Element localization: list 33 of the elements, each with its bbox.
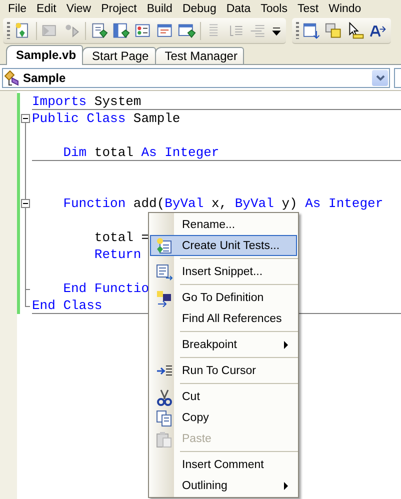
- menu-item[interactable]: View: [61, 2, 96, 14]
- menu-item[interactable]: Windo: [324, 2, 366, 14]
- code-line: Function add(ByVal x, ByVal y) As Integer: [62, 195, 384, 212]
- menu-item[interactable]: Insert Comment: [150, 454, 297, 475]
- class-dropdown[interactable]: Sample: [2, 68, 390, 88]
- menu-item[interactable]: Find All References: [150, 308, 297, 329]
- file-tab[interactable]: Test Manager: [154, 47, 244, 64]
- menu-item[interactable]: Build: [142, 2, 178, 14]
- menu-item[interactable]: Project: [96, 2, 142, 14]
- menu-item[interactable]: Outlining: [150, 475, 297, 496]
- file-tab[interactable]: Sample.vb: [6, 45, 84, 65]
- menu-item[interactable]: Test: [292, 2, 324, 14]
- menu-item[interactable]: File: [3, 2, 32, 14]
- code-line: Public Class Sample: [32, 110, 180, 127]
- menu-item[interactable]: Insert Snippet...: [150, 261, 297, 282]
- code-line: Imports System: [32, 93, 142, 110]
- menu-item[interactable]: Run To Cursor: [150, 360, 297, 381]
- menu-item[interactable]: Copy: [150, 407, 297, 428]
- menu-item[interactable]: Create Unit Tests...: [150, 235, 297, 256]
- menu-item[interactable]: Cut: [150, 386, 297, 407]
- code-line: Dim total As Integer: [62, 144, 220, 161]
- code-line: total =: [93, 229, 150, 246]
- code-line: Return: [93, 246, 142, 263]
- menu-item[interactable]: Edit: [32, 2, 62, 14]
- menu-item[interactable]: Rename...: [150, 214, 297, 235]
- menu-item[interactable]: Breakpoint: [150, 334, 297, 355]
- file-tab[interactable]: Start Page: [82, 47, 156, 64]
- menu-item[interactable]: Go To Definition: [150, 287, 297, 308]
- menu-item[interactable]: Tools: [256, 2, 292, 14]
- menu-item[interactable]: Data: [221, 2, 256, 14]
- menu-item[interactable]: Debug: [177, 2, 222, 14]
- code-line: End Functio: [62, 280, 150, 297]
- code-line: End Class: [32, 297, 102, 314]
